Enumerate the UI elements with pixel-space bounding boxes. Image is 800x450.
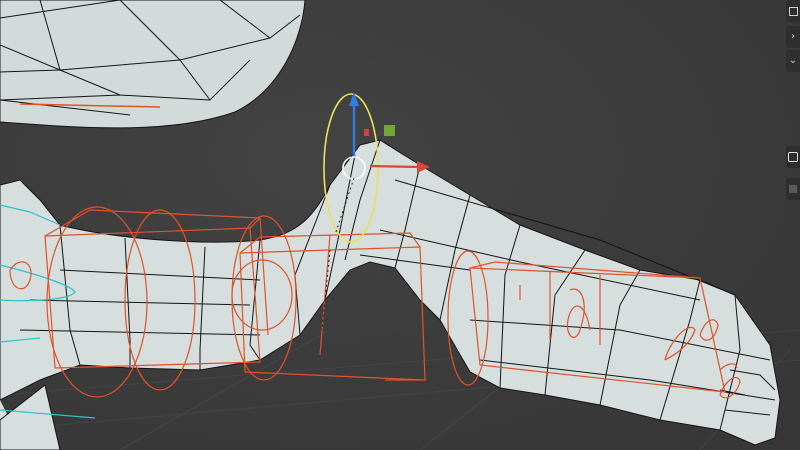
arm-mesh[interactable] <box>0 139 781 450</box>
chevron-down-icon[interactable]: ⌄ <box>786 50 800 72</box>
tool-icon[interactable] <box>786 146 800 168</box>
square-icon[interactable] <box>786 0 800 22</box>
z-axis-marker <box>364 129 369 136</box>
scene-canvas[interactable] <box>0 0 800 450</box>
chevron-right-icon[interactable]: › <box>786 26 800 48</box>
right-toolbar: › ⌄ <box>786 0 800 450</box>
3d-viewport[interactable]: › ⌄ <box>0 0 800 450</box>
head-mesh[interactable] <box>0 0 306 129</box>
square-icon[interactable] <box>786 178 800 200</box>
y-axis-handle <box>384 125 395 136</box>
